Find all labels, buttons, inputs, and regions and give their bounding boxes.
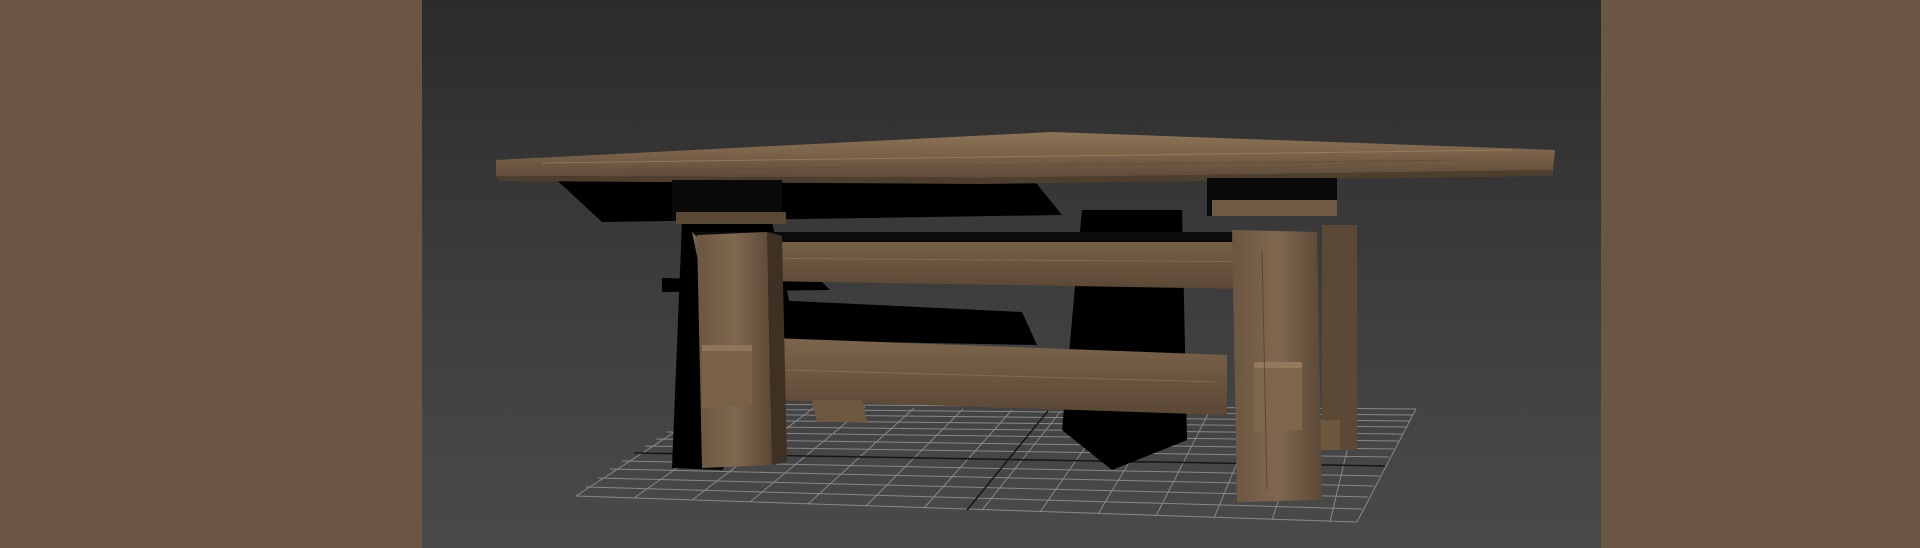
front-left-leg xyxy=(697,232,787,468)
app-screen xyxy=(0,0,1920,548)
back-left-leg xyxy=(812,400,867,422)
right-side-panel xyxy=(1601,0,1920,548)
table-top xyxy=(496,132,1555,184)
table-shadow xyxy=(548,172,1187,470)
3d-viewport[interactable] xyxy=(422,0,1601,548)
front-right-leg xyxy=(1232,230,1322,502)
viewport-scene xyxy=(496,132,1555,523)
left-side-panel xyxy=(0,0,422,548)
upper-stretcher xyxy=(692,232,1312,290)
